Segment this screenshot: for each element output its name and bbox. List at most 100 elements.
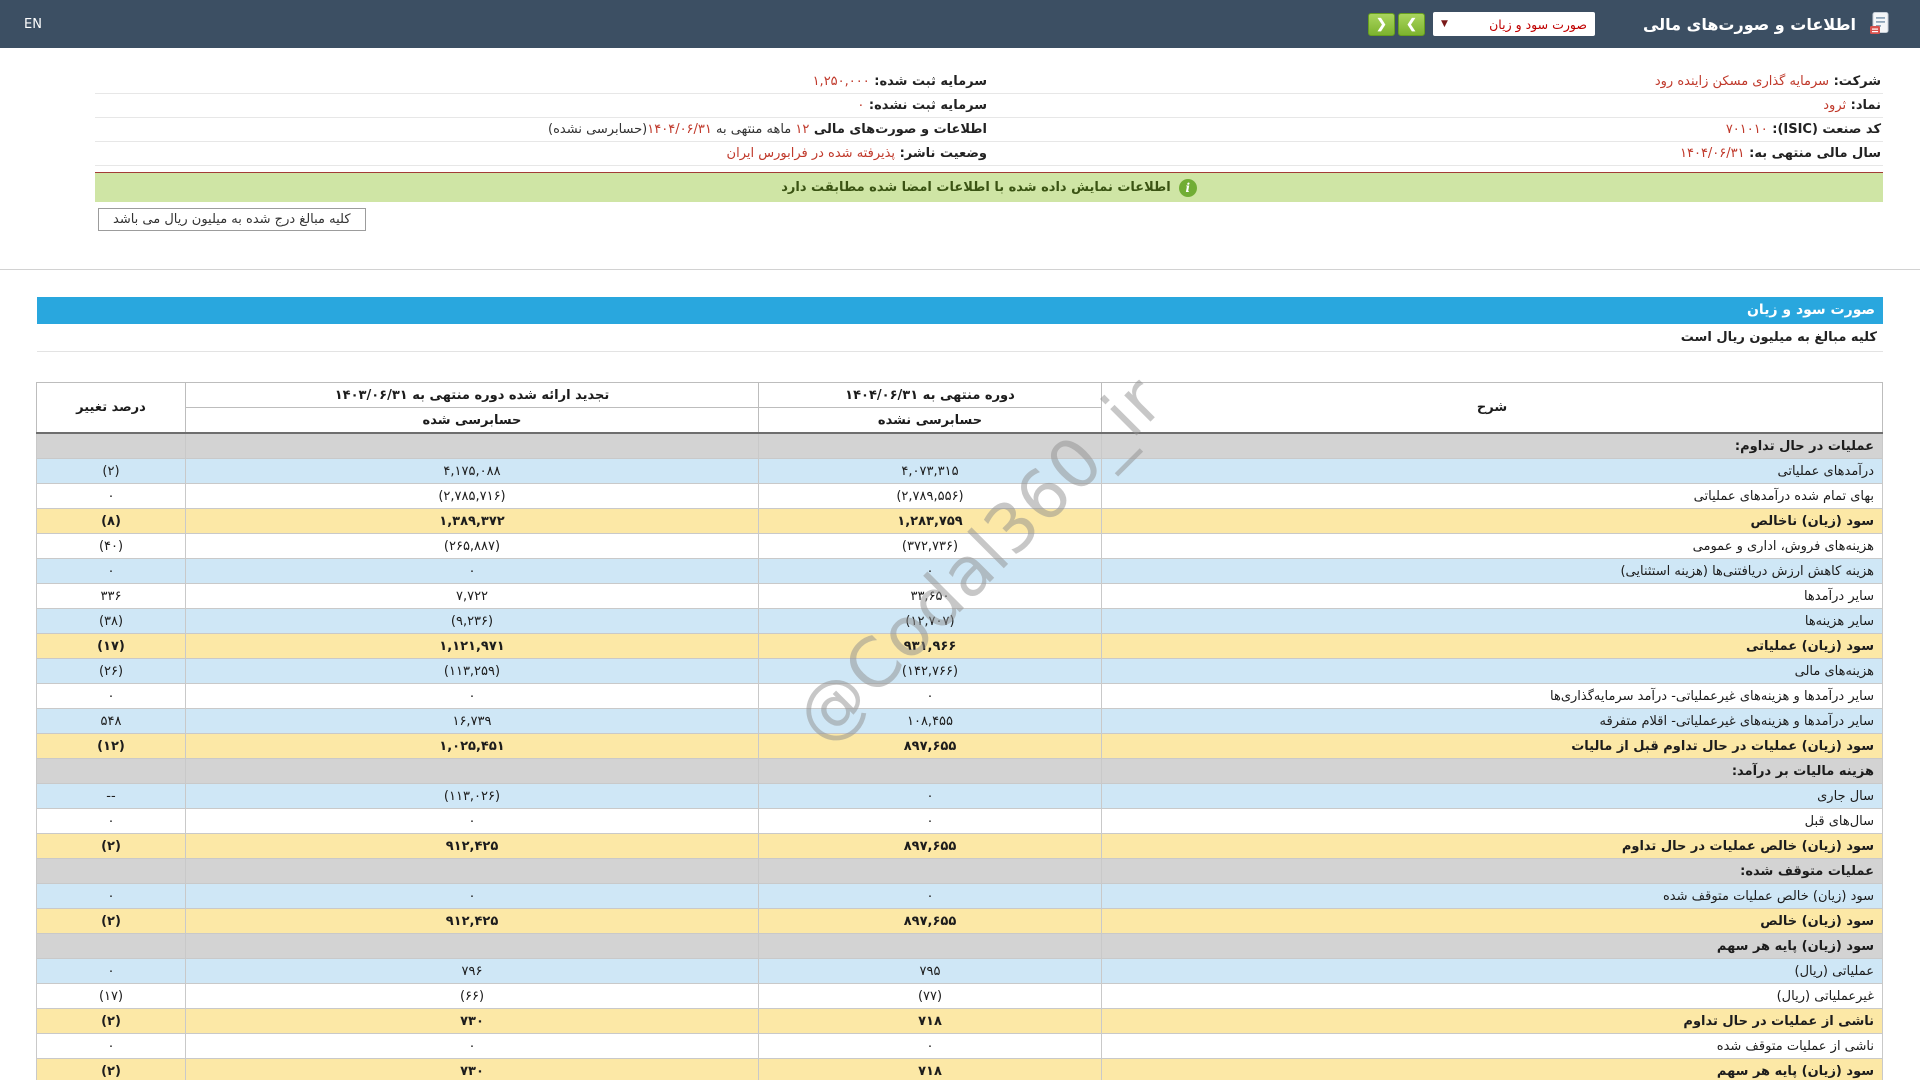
row-current-value: ۷۹۵ — [759, 959, 1102, 984]
signature-match-banner: i اطلاعات نمایش داده شده با اطلاعات امضا… — [95, 172, 1883, 202]
row-label: سود (زیان) پایه هر سهم — [1102, 934, 1883, 959]
table-row: سود (زیان) ناخالص۱,۲۸۳,۷۵۹۱,۳۸۹,۳۷۲(۸) — [37, 509, 1883, 534]
row-previous-value: ۰ — [186, 884, 759, 909]
row-previous-value: (۹,۲۳۶) — [186, 609, 759, 634]
row-current-value: (۲,۷۸۹,۵۵۶) — [759, 484, 1102, 509]
info-label: سال مالی منتهی به: — [1745, 146, 1881, 161]
row-previous-value — [186, 433, 759, 459]
row-change-percent — [37, 759, 186, 784]
previous-statement-button[interactable]: ❮ — [1368, 13, 1395, 36]
page-title: اطلاعات و صورت‌های مالی — [1643, 15, 1856, 34]
chevron-forward-icon: ❯ — [1406, 16, 1417, 32]
info-icon: i — [1179, 179, 1197, 197]
row-label: سایر هزینه‌ها — [1102, 609, 1883, 634]
row-change-percent: (۴۰) — [37, 534, 186, 559]
row-previous-value: (۱۱۳,۰۲۶) — [186, 784, 759, 809]
company-info-row: کد صنعت (ISIC): ۷۰۱۰۱۰اطلاعات و صورت‌های… — [95, 118, 1883, 142]
chevron-back-icon: ❮ — [1376, 16, 1387, 32]
row-current-value — [759, 759, 1102, 784]
row-label: عملیاتی (ریال) — [1102, 959, 1883, 984]
row-change-percent — [37, 934, 186, 959]
row-previous-value: ۷۹۶ — [186, 959, 759, 984]
row-label: سود (زیان) عملیات در حال تداوم قبل از ما… — [1102, 734, 1883, 759]
table-row: ناشی از عملیات در حال تداوم۷۱۸۷۳۰(۲) — [37, 1009, 1883, 1034]
col-header-previous-period: تجدید ارائه شده دوره منتهی به ۱۴۰۳/۰۶/۳۱ — [186, 383, 759, 408]
language-en-link[interactable]: EN — [24, 17, 42, 32]
row-change-percent: (۱۲) — [37, 734, 186, 759]
amounts-note-box: کلیه مبالغ درج شده به میلیون ریال می باش… — [98, 208, 366, 231]
table-row: سود (زیان) پایه هر سهم — [37, 934, 1883, 959]
table-row: هزینه‌های فروش، اداری و عمومی(۳۷۲,۷۳۶)(۲… — [37, 534, 1883, 559]
col-header-current-audit-status: حسابرسی نشده — [759, 408, 1102, 434]
col-header-change-percent: درصد تغییر — [37, 383, 186, 434]
row-change-percent: ۳۳۶ — [37, 584, 186, 609]
table-row: سایر درآمدها و هزینه‌های غیرعملیاتی- درآ… — [37, 684, 1883, 709]
table-row: هزینه‌های مالی(۱۴۲,۷۶۶)(۱۱۳,۲۵۹)(۲۶) — [37, 659, 1883, 684]
statement-section: صورت سود و زیان کلیه مبالغ به میلیون ریا… — [37, 297, 1883, 1080]
topbar: اطلاعات و صورت‌های مالی صورت سود و زیان … — [0, 0, 1920, 48]
row-change-percent: (۲) — [37, 834, 186, 859]
company-info-cell: اطلاعات و صورت‌های مالی ۱۲ ماهه منتهی به… — [95, 118, 989, 142]
row-previous-value — [186, 759, 759, 784]
company-info-body: شرکت: سرمایه گذاری مسکن زاینده رودسرمایه… — [95, 70, 1883, 166]
row-current-value: ۰ — [759, 884, 1102, 909]
row-label: هزینه‌های فروش، اداری و عمومی — [1102, 534, 1883, 559]
row-label: ناشی از عملیات در حال تداوم — [1102, 1009, 1883, 1034]
table-row: سود (زیان) خالص۸۹۷,۶۵۵۹۱۲,۴۲۵(۲) — [37, 909, 1883, 934]
row-previous-value: (۲۶۵,۸۸۷) — [186, 534, 759, 559]
info-value: ۱,۲۵۰,۰۰۰ — [813, 74, 870, 89]
info-value: سرمایه گذاری مسکن زاینده رود — [1655, 74, 1829, 89]
row-label: ناشی از عملیات متوقف شده — [1102, 1034, 1883, 1059]
table-row: سود (زیان) عملیات در حال تداوم قبل از ما… — [37, 734, 1883, 759]
row-current-value: ۱,۲۸۳,۷۵۹ — [759, 509, 1102, 534]
table-row: سود (زیان) خالص عملیات در حال تداوم۸۹۷,۶… — [37, 834, 1883, 859]
row-previous-value: ۱۶,۷۳۹ — [186, 709, 759, 734]
row-current-value: ۳۳,۶۵۰ — [759, 584, 1102, 609]
row-current-value: (۱۲,۷۰۷) — [759, 609, 1102, 634]
row-label: درآمدهای عملیاتی — [1102, 459, 1883, 484]
info-value: ۱۲ — [795, 122, 809, 137]
row-current-value: (۳۷۲,۷۳۶) — [759, 534, 1102, 559]
row-change-percent: (۲) — [37, 1059, 186, 1080]
pl-table-head: شرح دوره منتهی به ۱۴۰۴/۰۶/۳۱ تجدید ارائه… — [37, 383, 1883, 434]
row-change-percent — [37, 859, 186, 884]
statement-title-bar: صورت سود و زیان — [37, 297, 1883, 324]
row-current-value: ۰ — [759, 809, 1102, 834]
company-info-cell: سرمایه ثبت نشده: ۰ — [95, 94, 989, 118]
company-info-section: شرکت: سرمایه گذاری مسکن زاینده رودسرمایه… — [95, 70, 1883, 166]
info-label: وضعیت ناشر: — [895, 146, 987, 161]
statement-select[interactable]: صورت سود و زیان ▼ — [1433, 12, 1595, 36]
company-info-table: شرکت: سرمایه گذاری مسکن زاینده رودسرمایه… — [95, 70, 1883, 166]
table-row: سایر درآمدها و هزینه‌های غیرعملیاتی- اقل… — [37, 709, 1883, 734]
chevron-down-icon: ▼ — [1441, 19, 1448, 29]
row-current-value: (۱۴۲,۷۶۶) — [759, 659, 1102, 684]
pl-table: شرح دوره منتهی به ۱۴۰۴/۰۶/۳۱ تجدید ارائه… — [36, 382, 1883, 1080]
table-row: سود (زیان) خالص عملیات متوقف شده۰۰۰ — [37, 884, 1883, 909]
row-current-value: ۸۹۷,۶۵۵ — [759, 834, 1102, 859]
info-label: اطلاعات و صورت‌های مالی — [809, 122, 987, 137]
info-label: سرمایه ثبت شده: — [870, 74, 987, 89]
row-change-percent: (۲۶) — [37, 659, 186, 684]
company-info-cell: سال مالی منتهی به: ۱۴۰۴/۰۶/۳۱ — [989, 142, 1883, 166]
row-previous-value: ۰ — [186, 559, 759, 584]
row-label: سود (زیان) خالص عملیات متوقف شده — [1102, 884, 1883, 909]
row-label: سایر درآمدها — [1102, 584, 1883, 609]
statement-select-value: صورت سود و زیان — [1489, 17, 1587, 32]
row-change-percent: -- — [37, 784, 186, 809]
row-current-value: ۹۳۱,۹۶۶ — [759, 634, 1102, 659]
company-info-cell: شرکت: سرمایه گذاری مسکن زاینده رود — [989, 70, 1883, 94]
next-statement-button[interactable]: ❯ — [1398, 13, 1425, 36]
pl-table-wrap: شرح دوره منتهی به ۱۴۰۴/۰۶/۳۱ تجدید ارائه… — [37, 382, 1883, 1080]
row-change-percent: ۰ — [37, 684, 186, 709]
table-row: هزینه مالیات بر درآمد: — [37, 759, 1883, 784]
table-row: سود (زیان) عملیاتی۹۳۱,۹۶۶۱,۱۲۱,۹۷۱(۱۷) — [37, 634, 1883, 659]
table-row: سال‌های قبل۰۰۰ — [37, 809, 1883, 834]
company-info-cell: نماد: ثرود — [989, 94, 1883, 118]
row-change-percent: (۲) — [37, 909, 186, 934]
row-change-percent: (۸) — [37, 509, 186, 534]
row-change-percent: (۲) — [37, 1009, 186, 1034]
row-label: غیرعملیاتی (ریال) — [1102, 984, 1883, 1009]
row-label: هزینه‌های مالی — [1102, 659, 1883, 684]
row-current-value: ۰ — [759, 1034, 1102, 1059]
row-previous-value: ۴,۱۷۵,۰۸۸ — [186, 459, 759, 484]
